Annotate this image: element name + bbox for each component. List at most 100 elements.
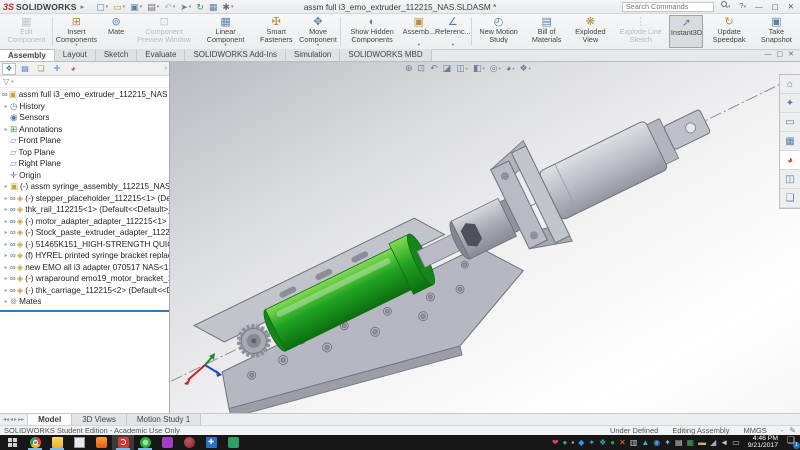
notification-center-icon[interactable]: ❏1 [782, 435, 800, 450]
dropdown-caret-icon[interactable]: ▾ [106, 1, 109, 13]
take-snapshot-button[interactable]: ▣Take Snapshot [755, 15, 798, 48]
taskbar-clock[interactable]: 4:46 PM 9/21/2017 [744, 435, 782, 450]
home-icon[interactable]: ⌂ [780, 75, 800, 94]
taskbar-app-orange-app[interactable] [90, 435, 112, 450]
doc-icon[interactable]: ▤ [675, 435, 683, 450]
hide-show-items-icon[interactable]: ◎▾ [490, 62, 501, 75]
bluetooth-icon[interactable]: ✦ [588, 435, 595, 450]
expander-icon[interactable]: ▸ [2, 195, 10, 202]
close-icon[interactable]: ✕ [785, 1, 797, 13]
tree-item[interactable]: ▸∞◈(-) thk_carriage_112215<2> (Default<<… [0, 285, 169, 297]
teal-pinwheel-icon[interactable]: ❖ [599, 435, 606, 450]
start-button[interactable] [0, 435, 24, 450]
design-library-icon[interactable]: ✦ [780, 94, 800, 113]
dropdown-caret-icon[interactable]: ▾ [418, 43, 420, 48]
node-icon[interactable]: ✦ [664, 435, 671, 450]
dropdown-caret-icon[interactable]: ▾ [157, 1, 160, 13]
dropdown-caret-icon[interactable]: ▾ [140, 1, 143, 13]
bill-of-materials-button[interactable]: ▤Bill of Materials [525, 15, 569, 48]
assembly-3d-model[interactable] [170, 62, 800, 413]
expander-icon[interactable]: ▸ [2, 298, 10, 305]
orange-x-icon[interactable]: ✕ [619, 435, 626, 450]
keyboard-icon[interactable]: ▭ [732, 435, 740, 450]
tab-simulation[interactable]: Simulation [286, 49, 340, 61]
taskbar-app-green-app[interactable] [134, 435, 156, 450]
tree-item[interactable]: ▸⊞Annotations [0, 124, 169, 136]
taskbar-app-maroon-app[interactable] [178, 435, 200, 450]
tab-assembly[interactable]: Assembly [0, 49, 55, 61]
insert-components-button[interactable]: ⊞Insert Components▾ [54, 15, 100, 48]
dropdown-caret-icon[interactable]: ▾ [231, 1, 234, 13]
green-grid-icon[interactable]: ▦ [687, 435, 695, 450]
tree-item[interactable]: ✛Origin [0, 170, 169, 182]
options-icon[interactable]: ✱▾ [220, 1, 235, 13]
blue-square-icon[interactable]: ◆ [578, 435, 584, 450]
tree-item[interactable]: ◉Sensors [0, 112, 169, 124]
scroll-first-icon[interactable]: ◂◂ [3, 416, 9, 423]
expander-icon[interactable]: ▸ [2, 183, 10, 190]
tree-item[interactable]: ▸∞◈(f) HYREL printed syringe bracket rep… [0, 250, 169, 262]
scroll-next-icon[interactable]: ▸ [14, 416, 17, 423]
dropdown-caret-icon[interactable]: ▾ [452, 43, 454, 48]
featuremanager-tree-icon[interactable]: ❖ [2, 63, 16, 75]
expander-icon[interactable]: ▸ [2, 241, 10, 248]
signal-icon[interactable]: ◢ [710, 435, 716, 450]
taskbar-app-solidworks[interactable] [112, 435, 134, 450]
expander-icon[interactable]: ▸ [2, 218, 10, 225]
search-input[interactable] [626, 2, 710, 11]
doc-minimize-icon[interactable]: — [765, 49, 772, 61]
graphics-area[interactable]: ⊕⊡↶◪◫▾◧▾◎▾◕▾❖▾ ⌂✦▭▦◕◫❏ [170, 62, 800, 413]
tree-item[interactable]: ▸∞◈(-) Stock_paste_extruder_adapter_1122… [0, 227, 169, 239]
expander-icon[interactable]: ▸ [2, 229, 10, 236]
tree-item[interactable]: ∞▣assm full i3_emo_extruder_112215_NAS (… [0, 89, 169, 101]
tab-solidworks-mbd[interactable]: SOLIDWORKS MBD [340, 49, 431, 61]
expander-icon[interactable]: ▸ [2, 252, 10, 259]
taskbar-app-blue-utility-app[interactable] [200, 435, 222, 450]
dropdown-caret-icon[interactable]: ▾ [123, 1, 126, 13]
dropdown-caret-icon[interactable]: ▾ [466, 62, 468, 75]
status-item-3[interactable]: - [781, 426, 784, 435]
file-properties-icon[interactable]: ▦ [207, 1, 220, 13]
tab-3d-views[interactable]: 3D Views [72, 414, 127, 425]
restore-icon[interactable]: ▢ [769, 1, 782, 13]
dimxpertmanager-icon[interactable]: ✛ [50, 63, 64, 75]
help-icon[interactable]: ?▾ [736, 0, 749, 13]
tab-model[interactable]: Model [28, 414, 72, 425]
view-settings-icon[interactable]: ❖▾ [520, 62, 531, 75]
referenc-button[interactable]: ∠Referenc...▾ [436, 15, 470, 48]
taskbar-app-purple-app[interactable] [156, 435, 178, 450]
filter-funnel-icon[interactable]: ▽ [3, 77, 9, 86]
file-explorer-icon[interactable]: ▭ [780, 113, 800, 132]
green-globe-icon[interactable]: ● [610, 435, 615, 450]
expander-icon[interactable]: ▸ [2, 103, 10, 110]
dropdown-caret-icon[interactable]: ▾ [189, 1, 192, 13]
volume-icon[interactable]: ◄ [720, 435, 728, 450]
show-hidden-components-button[interactable]: ◐Show Hidden Components [342, 15, 402, 48]
folder-tray-icon[interactable]: ▬ [698, 435, 706, 450]
view-orientation-icon[interactable]: ◫▾ [456, 62, 468, 75]
expander-icon[interactable]: ▸ [2, 126, 10, 133]
rebuild-icon[interactable]: ↻ [194, 1, 206, 13]
tree-filter-row[interactable]: ▽▾ [0, 76, 169, 88]
smart-fasteners-button[interactable]: ✠Smart Fasteners [256, 15, 297, 48]
new-motion-study-button[interactable]: ◴New Motion Study [473, 15, 525, 48]
edit-appearance-icon[interactable]: ◕▾ [506, 62, 515, 75]
sliders-icon[interactable]: ▥ [630, 435, 638, 450]
scroll-prev-icon[interactable]: ◂ [10, 416, 13, 423]
configurationmanager-icon[interactable]: ❏ [34, 63, 48, 75]
taskbar-app-chrome[interactable] [24, 435, 46, 450]
dropdown-caret-icon[interactable]: ▾ [75, 43, 77, 48]
instant3d-button[interactable]: ➚Instant3D [669, 15, 703, 48]
display-style-icon[interactable]: ◧▾ [473, 62, 485, 75]
status-item-2[interactable]: MMGS [743, 426, 766, 435]
expander-icon[interactable]: ▸ [2, 275, 10, 282]
select-icon[interactable]: ➤▾ [178, 1, 193, 13]
tree-item[interactable]: ▸∞◈(-) motor_adapter_adapter_112215<1> (… [0, 216, 169, 228]
taskbar-app-file-explorer[interactable] [46, 435, 68, 450]
heart-health-icon[interactable]: ❤ [552, 435, 559, 450]
new-file-icon[interactable]: ▢▾ [94, 1, 110, 13]
zoom-to-area-icon[interactable]: ⊡ [418, 62, 426, 75]
tree-item[interactable]: ▸▣(-) assm syringe_assembly_112215_NAS<1… [0, 181, 169, 193]
triangle-icon[interactable]: ▲ [641, 435, 649, 450]
tree-item[interactable]: ▸⊚Mates [0, 296, 169, 308]
